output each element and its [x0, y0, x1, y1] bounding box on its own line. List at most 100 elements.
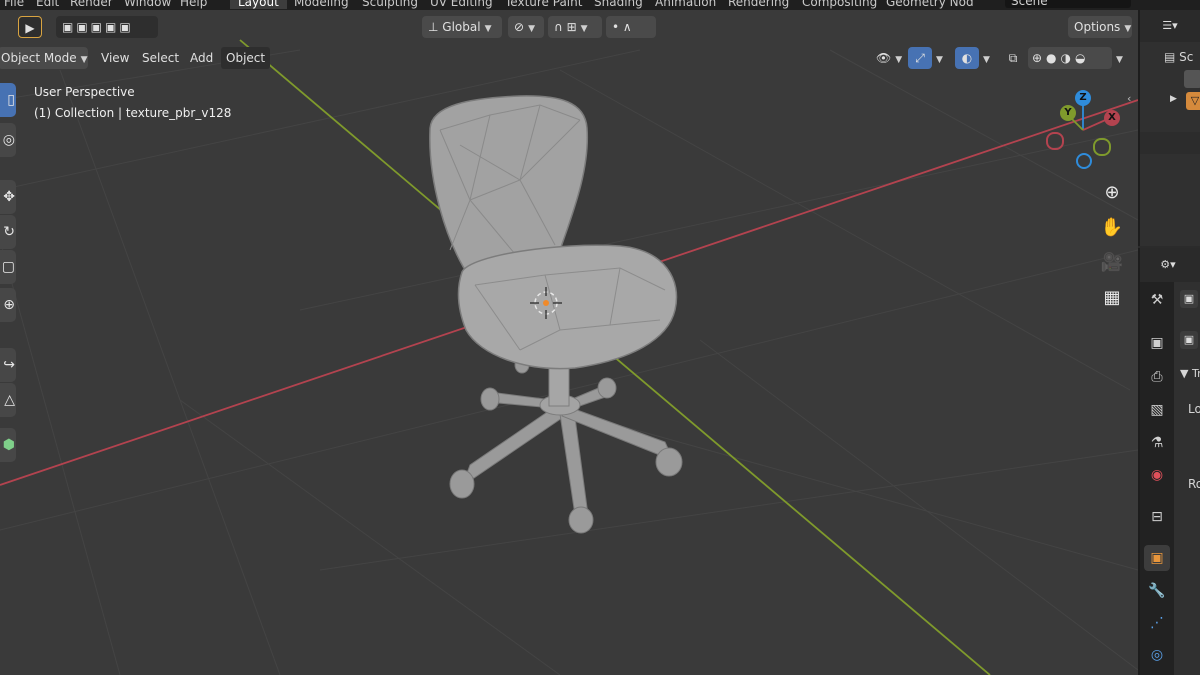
chevron-down-icon: ▼: [528, 24, 535, 34]
tool-cursor[interactable]: ◎: [0, 123, 16, 157]
menu-file[interactable]: File: [4, 0, 24, 9]
properties-editor-dropdown[interactable]: ⚙▾: [1150, 256, 1186, 274]
overlays-toggle[interactable]: ◐: [955, 47, 979, 69]
menu-select[interactable]: Select: [137, 47, 184, 69]
overlays-dropdown[interactable]: ▼: [979, 47, 997, 69]
tab-geometry-nodes[interactable]: Geometry Nod: [886, 0, 974, 9]
expand-arrow-icon[interactable]: ▶: [1170, 94, 1177, 104]
tool-add-cube[interactable]: ⬢: [0, 428, 16, 462]
proportional-icon: • ∧: [612, 20, 632, 34]
gizmo-x-axis[interactable]: X: [1104, 110, 1120, 126]
camera-view-button[interactable]: 🎥: [1097, 248, 1127, 278]
tab-output[interactable]: ⎙: [1144, 364, 1170, 390]
tool-icon: ⚒: [1150, 292, 1164, 308]
menu-window[interactable]: Window: [124, 0, 171, 9]
office-chair-model[interactable]: [429, 95, 683, 534]
outliner-row: [1140, 132, 1200, 154]
tab-tool[interactable]: ⚒: [1144, 287, 1170, 313]
proportional-editing-toggle[interactable]: • ∧: [606, 16, 656, 38]
menu-add[interactable]: Add: [185, 47, 218, 69]
location-label: Lo: [1188, 402, 1200, 416]
transform-icon: ⊕: [3, 297, 15, 313]
tab-physics[interactable]: ◎: [1144, 642, 1170, 668]
tab-uv-editing[interactable]: UV Editing: [430, 0, 493, 9]
viewport-header-menus: Object Mode ▼ View Select Add Object 👁 ▼ ⤢…: [0, 45, 1138, 71]
pan-button[interactable]: ✋: [1097, 213, 1127, 243]
gizmo-z-axis[interactable]: Z: [1075, 90, 1091, 106]
tool-select-box[interactable]: ▯: [0, 83, 16, 117]
visibility-dropdown[interactable]: 👁 ▼: [870, 47, 904, 69]
shading-mode-buttons[interactable]: ⊕●◑◒: [1028, 47, 1112, 69]
collapse-sidebar-arrow[interactable]: ‹: [1127, 92, 1131, 105]
shading-dropdown[interactable]: ▼: [1112, 47, 1132, 69]
zoom-button[interactable]: ⊕: [1097, 178, 1127, 208]
tab-shading[interactable]: Shading: [594, 0, 643, 9]
camera-icon: 🎥: [1100, 252, 1124, 273]
tool-scale[interactable]: ▢: [0, 250, 16, 284]
mode-dropdown[interactable]: Object Mode ▼: [0, 47, 88, 69]
properties-tabs: ⚒ ▣ ⎙ ▧ ⚗ ◉ ⊟ ▣ 🔧 ⋰ ◎: [1140, 282, 1174, 675]
select-box-icon: ▣▣▣▣▣: [62, 20, 134, 34]
tab-compositing[interactable]: Compositing: [802, 0, 877, 9]
editor-type-dropdown[interactable]: ☰▾: [1152, 17, 1188, 35]
cursor-icon: ◎: [2, 132, 15, 148]
ortho-toggle-button[interactable]: ▦: [1097, 283, 1127, 313]
tool-measure[interactable]: △: [0, 383, 16, 417]
3d-viewport[interactable]: ▶ ▣▣▣▣▣ ⊥ Global ▼ ⊘ ▼ ∩ ⊞ ▼ • ∧ Options ▼ O…: [0, 10, 1138, 675]
transform-panel-header[interactable]: ▼ Tr: [1180, 367, 1200, 380]
chevron-down-icon: ▼: [1124, 24, 1132, 34]
tab-texture-paint[interactable]: Texture Paint: [505, 0, 582, 9]
tab-render[interactable]: ▣: [1144, 330, 1170, 356]
tab-object[interactable]: ▣: [1144, 545, 1170, 571]
object-data-icon: ▣: [1180, 290, 1198, 308]
menu-edit[interactable]: Edit: [36, 0, 59, 9]
chevron-down-icon: ▼: [80, 55, 88, 65]
tab-view-layer[interactable]: ▧: [1144, 397, 1170, 423]
tool-annotate[interactable]: ↪: [0, 348, 16, 382]
chevron-down-icon: ▼: [580, 24, 588, 34]
select-tool-button[interactable]: ▶: [18, 16, 42, 38]
tab-scene[interactable]: ⚗: [1144, 430, 1170, 456]
tab-animation[interactable]: Animation: [655, 0, 716, 9]
pivot-point-dropdown[interactable]: ⊘ ▼: [508, 16, 544, 38]
gizmo-dropdown[interactable]: ▼: [932, 47, 950, 69]
tab-modeling[interactable]: Modeling: [294, 0, 349, 9]
options-dropdown[interactable]: Options ▼: [1068, 16, 1132, 38]
scale-icon: ▢: [1, 259, 15, 275]
selection-mode-buttons[interactable]: ▣▣▣▣▣: [56, 16, 158, 38]
link-icon: ⊘: [514, 20, 525, 34]
tab-sculpting[interactable]: Sculpting: [362, 0, 418, 9]
gizmo-neg-z-axis[interactable]: [1076, 153, 1092, 169]
tool-move[interactable]: ✥: [0, 180, 16, 214]
magnet-icon: ∩ ⊞: [554, 20, 577, 34]
particles-icon: ⋰: [1150, 615, 1164, 631]
xray-toggle[interactable]: ⧉: [1002, 47, 1024, 69]
snapping-toggle[interactable]: ∩ ⊞ ▼: [548, 16, 602, 38]
gizmo-neg-y-axis[interactable]: [1093, 138, 1111, 156]
topbar: File Edit Render Window Help Layout Mode…: [0, 0, 1200, 10]
scene-field[interactable]: Scene: [1005, 0, 1131, 8]
shading-icons: ⊕●◑◒: [1032, 51, 1090, 65]
gizmo-neg-x-axis[interactable]: [1046, 132, 1064, 150]
menu-render[interactable]: Render: [70, 0, 113, 9]
tab-layout[interactable]: Layout: [230, 0, 287, 9]
tab-collection[interactable]: ⊟: [1144, 504, 1170, 530]
tool-transform[interactable]: ⊕: [0, 288, 16, 322]
object-row-icon[interactable]: ▽: [1186, 92, 1200, 110]
menu-view[interactable]: View: [96, 47, 134, 69]
overlays-icon: ◐: [961, 51, 973, 65]
tab-particles[interactable]: ⋰: [1144, 610, 1170, 636]
scene-icon: ▤: [1164, 50, 1180, 64]
tab-world[interactable]: ◉: [1144, 462, 1170, 488]
cube-icon: ⬢: [2, 437, 15, 453]
collection-row-icon[interactable]: [1184, 70, 1200, 88]
gizmo-y-axis[interactable]: Y: [1060, 105, 1076, 121]
menu-help[interactable]: Help: [180, 0, 207, 9]
tab-modifiers[interactable]: 🔧: [1144, 578, 1170, 604]
gizmo-toggle[interactable]: ⤢: [908, 47, 932, 69]
tool-rotate[interactable]: ↻: [0, 215, 16, 249]
scene-row[interactable]: ▤ Sc: [1164, 50, 1193, 64]
tab-rendering[interactable]: Rendering: [728, 0, 789, 9]
menu-object[interactable]: Object: [221, 47, 271, 69]
transform-orientation-dropdown[interactable]: ⊥ Global ▼: [422, 16, 502, 38]
